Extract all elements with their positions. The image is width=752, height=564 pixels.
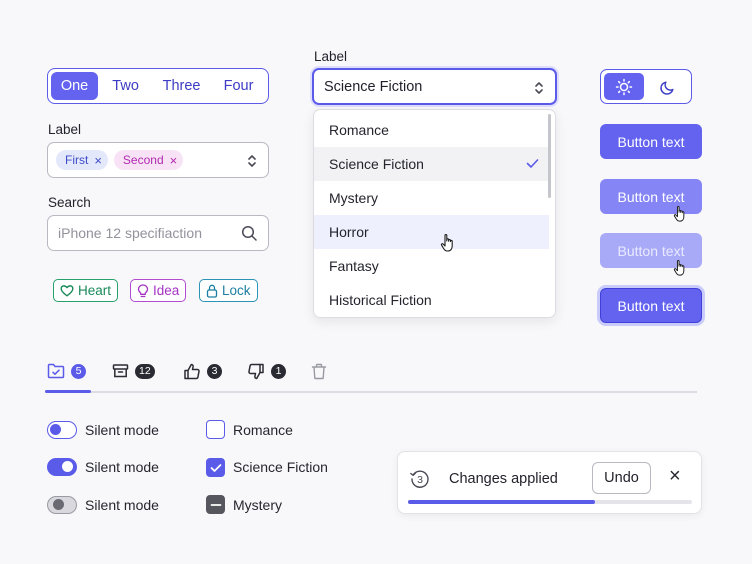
check-icon: [210, 463, 222, 473]
trash-icon: [311, 363, 327, 380]
select-value: Science Fiction: [324, 78, 423, 95]
multiselect-field[interactable]: First × Second ×: [47, 142, 269, 178]
hand-cursor-icon: [673, 259, 689, 277]
search-icon[interactable]: [241, 225, 258, 242]
search-input[interactable]: iPhone 12 specifiaction: [47, 215, 269, 251]
tag-idea[interactable]: Idea: [130, 279, 187, 302]
toggle-on[interactable]: [47, 458, 77, 476]
tab-archive[interactable]: 12: [112, 360, 155, 382]
option-horror[interactable]: Horror: [314, 215, 549, 249]
chip-label: First: [65, 153, 89, 167]
toast-progress-fill: [408, 500, 596, 504]
option-mystery[interactable]: Mystery: [314, 181, 549, 215]
tab-inbox[interactable]: 5: [47, 360, 86, 382]
toggle-off[interactable]: [47, 421, 77, 439]
toggle-label: Silent mode: [85, 422, 159, 438]
tab-dislikes[interactable]: 1: [247, 360, 286, 382]
remove-chip-icon[interactable]: ×: [170, 154, 178, 167]
chevron-updown-icon[interactable]: [533, 80, 545, 96]
select-dropdown: Romance Science Fiction Mystery Horror F…: [313, 109, 556, 318]
checkbox-label: Romance: [233, 422, 293, 438]
dropdown-scrollbar[interactable]: [548, 114, 551, 198]
chip-second: Second ×: [113, 150, 184, 170]
tab-likes[interactable]: 3: [183, 360, 222, 382]
primary-button-focused[interactable]: Button text: [600, 288, 702, 323]
tab-count-badge: 5: [71, 363, 86, 379]
thumbs-up-icon: [183, 363, 201, 380]
option-historical-fiction[interactable]: Historical Fiction: [314, 283, 549, 317]
check-icon: [526, 158, 539, 169]
checkbox-label: Science Fiction: [233, 459, 328, 475]
genre-select[interactable]: Science Fiction: [312, 68, 557, 105]
segment-one[interactable]: One: [51, 72, 99, 100]
toggle-label: Silent mode: [85, 497, 159, 513]
chip-label: Second: [122, 153, 164, 167]
toggle-knob: [62, 461, 73, 472]
hand-cursor-icon: [440, 233, 458, 253]
folder-check-icon: [47, 363, 65, 379]
sun-icon: [615, 78, 633, 96]
segment-two[interactable]: Two: [100, 72, 151, 100]
checkbox-unchecked[interactable]: [206, 420, 225, 439]
minus-icon: [210, 503, 222, 507]
close-icon[interactable]: ×: [669, 466, 681, 486]
tag-label: Lock: [222, 283, 251, 298]
select-label: Label: [314, 49, 348, 64]
toast-message: Changes applied: [449, 471, 558, 487]
tab-count-badge: 12: [135, 363, 155, 379]
toggle-knob: [50, 424, 61, 435]
tab-divider: [47, 391, 697, 393]
option-science-fiction[interactable]: Science Fiction: [314, 147, 549, 181]
option-romance[interactable]: Romance: [314, 113, 549, 147]
theme-toggle: [600, 69, 692, 104]
toast-progress-track: [408, 500, 692, 504]
toast-notification: 3 Changes applied Undo ×: [397, 451, 702, 514]
archive-icon: [112, 363, 129, 379]
undo-button[interactable]: Undo: [592, 462, 651, 494]
tab-count-badge: 3: [207, 363, 222, 379]
tab-trash[interactable]: [311, 360, 327, 382]
segment-three[interactable]: Three: [153, 72, 210, 100]
tag-label: Heart: [78, 283, 112, 298]
thumbs-down-icon: [247, 363, 265, 380]
multiselect-label: Label: [48, 122, 82, 137]
toggle-knob: [53, 499, 64, 510]
tag-lock[interactable]: Lock: [199, 279, 258, 302]
lightbulb-icon: [137, 283, 149, 298]
search-label: Search: [48, 195, 91, 210]
option-label: Science Fiction: [329, 156, 424, 172]
hand-cursor-icon: [673, 205, 689, 223]
tag-label: Idea: [153, 283, 180, 298]
active-tab-indicator: [45, 390, 91, 393]
checkbox-indeterminate[interactable]: [206, 495, 225, 514]
heart-icon: [60, 284, 74, 297]
checkbox-checked[interactable]: [206, 458, 225, 477]
checkbox-label: Mystery: [233, 497, 282, 513]
chip-first: First ×: [56, 150, 108, 170]
tag-heart[interactable]: Heart: [53, 279, 119, 302]
segment-four[interactable]: Four: [212, 72, 265, 100]
light-mode-button[interactable]: [604, 73, 644, 100]
toggle-disabled[interactable]: [47, 496, 77, 514]
segmented-control: One Two Three Four: [47, 68, 269, 104]
search-placeholder: iPhone 12 specifiaction: [58, 225, 202, 241]
option-fantasy[interactable]: Fantasy: [314, 249, 549, 283]
remove-chip-icon[interactable]: ×: [94, 154, 102, 167]
primary-button[interactable]: Button text: [600, 124, 702, 159]
chevron-updown-icon[interactable]: [246, 153, 258, 169]
tab-count-badge: 1: [271, 363, 286, 379]
undo-countdown-icon: 3: [409, 468, 431, 490]
lock-icon: [206, 284, 218, 298]
toggle-label: Silent mode: [85, 459, 159, 475]
moon-icon: [658, 78, 676, 96]
countdown-number: 3: [417, 474, 423, 486]
dark-mode-button[interactable]: [647, 73, 687, 100]
